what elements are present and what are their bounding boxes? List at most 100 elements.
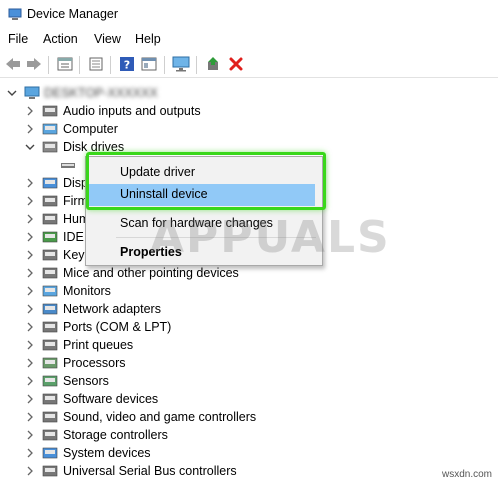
toolbar-separator <box>196 56 197 74</box>
hid-icon <box>42 213 58 225</box>
processor-icon <box>42 357 58 369</box>
disk-drive-icon <box>61 163 75 168</box>
toolbar-separator <box>164 56 165 74</box>
tree-item[interactable]: Processors <box>0 354 498 372</box>
menu-help[interactable]: Help <box>135 32 161 46</box>
forward-arrow-icon[interactable] <box>25 55 43 73</box>
context-menu: Update driver Uninstall device Scan for … <box>85 156 323 266</box>
tree-item-label: Universal Serial Bus controllers <box>63 464 237 478</box>
window-title: Device Manager <box>27 7 119 21</box>
footer-watermark: wsxdn.com <box>441 469 492 480</box>
collapse-chevron-icon[interactable] <box>7 88 17 98</box>
help-icon[interactable]: ? <box>118 55 136 73</box>
resources-icon[interactable] <box>140 55 158 73</box>
tree-item-label: Sensors <box>63 374 109 388</box>
uninstall-device-item[interactable]: Uninstall device <box>120 187 208 201</box>
menu-separator <box>116 209 316 210</box>
tree-item[interactable]: Universal Serial Bus controllers <box>0 462 498 480</box>
properties-sheet-icon[interactable] <box>56 55 74 73</box>
menu-file[interactable]: File <box>8 32 28 46</box>
tree-item[interactable]: Sound, video and game controllers <box>0 408 498 426</box>
expand-chevron-icon[interactable] <box>25 106 35 116</box>
back-arrow-icon[interactable] <box>4 55 22 73</box>
expand-chevron-icon[interactable] <box>25 376 35 386</box>
tree-item[interactable]: System devices <box>0 444 498 462</box>
expand-chevron-icon[interactable] <box>25 214 35 224</box>
scan-hardware-item[interactable]: Scan for hardware changes <box>120 216 273 230</box>
tree-item-label: Sound, video and game controllers <box>63 410 257 424</box>
expand-chevron-icon[interactable] <box>25 304 35 314</box>
tree-item[interactable]: Storage controllers <box>0 426 498 444</box>
keyboard-icon <box>42 249 58 261</box>
tree-item[interactable]: Software devices <box>0 390 498 408</box>
device-tree: DESKTOP-XXXXXX Audio inputs and outputs C… <box>0 80 498 483</box>
toolbar-separator <box>110 56 111 74</box>
display-adapter-icon <box>42 177 58 189</box>
svg-text:?: ? <box>124 59 130 72</box>
network-icon <box>42 303 58 315</box>
update-driver-icon[interactable] <box>204 55 222 73</box>
tree-item[interactable]: Computer <box>0 120 498 138</box>
tree-item-label: Disk drives <box>63 140 125 154</box>
properties-item[interactable]: Properties <box>120 245 182 259</box>
expand-chevron-icon[interactable] <box>25 196 35 206</box>
firmware-icon <box>42 195 58 207</box>
computer-icon <box>42 123 58 135</box>
tree-item-label: Audio inputs and outputs <box>63 104 201 118</box>
tree-item[interactable]: Sensors <box>0 372 498 390</box>
show-hidden-icon[interactable] <box>87 55 105 73</box>
sound-icon <box>42 411 58 423</box>
toolbar-separator <box>48 56 49 74</box>
tree-item-label: Computer <box>63 122 118 136</box>
ide-icon <box>42 231 58 243</box>
disk-drive-icon <box>42 141 58 153</box>
expand-chevron-icon[interactable] <box>25 250 35 260</box>
menu-separator <box>116 237 316 238</box>
menu-bar: File Action View Help <box>0 29 498 51</box>
device-manager-icon <box>8 8 22 20</box>
tree-item[interactable]: Monitors <box>0 282 498 300</box>
menu-action[interactable]: Action <box>43 32 78 46</box>
expand-chevron-icon[interactable] <box>25 286 35 296</box>
system-device-icon <box>42 447 58 459</box>
expand-chevron-icon[interactable] <box>25 466 35 476</box>
tree-item[interactable]: Disk drives <box>0 138 498 156</box>
expand-chevron-icon[interactable] <box>25 340 35 350</box>
monitor-scan-icon[interactable] <box>172 55 190 73</box>
expand-chevron-icon[interactable] <box>25 178 35 188</box>
expand-chevron-icon[interactable] <box>25 430 35 440</box>
monitor-icon <box>42 285 58 297</box>
computer-icon <box>24 86 40 99</box>
expand-chevron-icon[interactable] <box>25 358 35 368</box>
expand-chevron-icon[interactable] <box>25 322 35 332</box>
software-device-icon <box>42 393 58 405</box>
uninstall-x-icon[interactable] <box>227 55 245 73</box>
printer-icon <box>42 339 58 351</box>
tree-item[interactable]: Ports (COM & LPT) <box>0 318 498 336</box>
tree-item[interactable]: Mice and other pointing devices <box>0 264 498 282</box>
tree-root[interactable]: DESKTOP-XXXXXX <box>0 84 498 102</box>
expand-chevron-icon[interactable] <box>25 394 35 404</box>
usb-icon <box>42 465 58 477</box>
update-driver-item[interactable]: Update driver <box>120 165 195 179</box>
menu-view[interactable]: View <box>94 32 121 46</box>
sensor-icon <box>42 375 58 387</box>
tree-item[interactable]: Audio inputs and outputs <box>0 102 498 120</box>
toolbar-separator <box>79 56 80 74</box>
tree-item-label: System devices <box>63 446 151 460</box>
expand-chevron-icon[interactable] <box>25 268 35 278</box>
expand-chevron-icon[interactable] <box>25 448 35 458</box>
tree-item-label: Monitors <box>63 284 111 298</box>
tree-item[interactable]: Network adapters <box>0 300 498 318</box>
mouse-icon <box>42 267 58 279</box>
tree-item[interactable]: Print queues <box>0 336 498 354</box>
tree-item-label: Network adapters <box>63 302 161 316</box>
toolbar: ? <box>0 52 498 78</box>
expand-chevron-icon[interactable] <box>25 124 35 134</box>
tree-item-label: Software devices <box>63 392 159 406</box>
expand-chevron-icon[interactable] <box>25 412 35 422</box>
collapse-chevron-icon[interactable] <box>25 142 35 152</box>
expand-chevron-icon[interactable] <box>25 232 35 242</box>
tree-item-label: Processors <box>63 356 126 370</box>
tree-item-label: Storage controllers <box>63 428 168 442</box>
